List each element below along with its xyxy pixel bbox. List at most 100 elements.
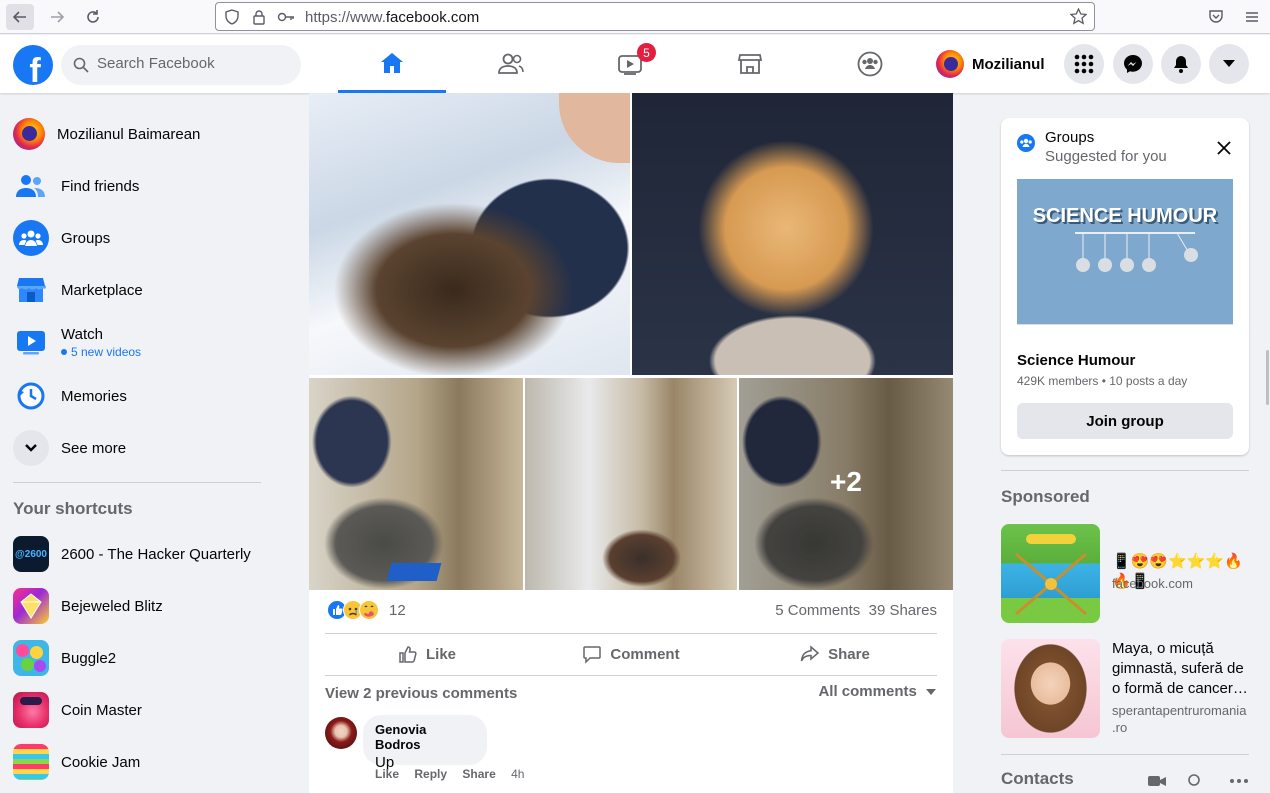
marketplace-icon xyxy=(13,272,49,308)
shortcut-item[interactable]: Bejeweled Blitz xyxy=(8,580,288,632)
share-icon xyxy=(800,645,820,662)
lock-icon[interactable] xyxy=(251,9,267,25)
comment-author[interactable]: Genovia Bodros xyxy=(375,722,475,752)
left-sidebar: Mozilianul Baimarean Find friends Groups… xyxy=(0,93,300,786)
menu-button[interactable] xyxy=(1064,44,1104,84)
new-room-icon[interactable] xyxy=(1148,775,1166,786)
home-icon xyxy=(381,52,403,73)
shield-icon[interactable] xyxy=(224,9,240,25)
memories-clock-icon xyxy=(13,378,49,414)
browser-toolbar: https://www.facebook.com xyxy=(0,0,1270,34)
comment-icon xyxy=(583,646,602,664)
key-icon[interactable] xyxy=(277,9,295,25)
tab-watch[interactable]: 5 xyxy=(576,35,684,93)
groups-suggestion-card: Groups Suggested for you SCIENCE HUMOUR … xyxy=(1001,118,1249,455)
sidebar-item-label: See more xyxy=(61,439,127,457)
care-reaction-icon[interactable] xyxy=(359,600,379,620)
group-banner-image[interactable]: SCIENCE HUMOUR xyxy=(1017,179,1233,325)
search-input[interactable]: Search Facebook xyxy=(61,45,301,85)
url-bar[interactable]: https://www.facebook.com xyxy=(215,2,1095,31)
shortcut-label: 2600 - The Hacker Quarterly xyxy=(61,545,251,563)
shortcut-cookie-jam-icon xyxy=(13,744,49,780)
sidebar-item-profile[interactable]: Mozilianul Baimarean xyxy=(8,108,288,160)
tab-home[interactable] xyxy=(338,35,446,93)
shortcut-buggle-icon xyxy=(13,640,49,676)
shortcut-item[interactable]: Buggle2 xyxy=(8,632,288,684)
tab-friends[interactable] xyxy=(457,35,565,93)
close-icon[interactable] xyxy=(1217,141,1231,155)
post-photo-more[interactable]: +2 xyxy=(739,378,953,590)
comment-reply-link[interactable]: Reply xyxy=(414,767,447,781)
shortcut-label: Buggle2 xyxy=(61,649,117,667)
thumbs-up-icon xyxy=(399,646,417,663)
sponsored-ad[interactable]: Maya, o micuță gimnastă, suferă de o for… xyxy=(1001,639,1249,739)
watch-badge: 5 xyxy=(637,43,656,62)
sidebar-item-marketplace[interactable]: Marketplace xyxy=(8,264,288,316)
watch-icon xyxy=(13,324,49,360)
avatar xyxy=(936,50,964,78)
ad-image xyxy=(1001,639,1100,738)
forward-icon xyxy=(51,11,65,23)
chevron-down-icon xyxy=(1223,60,1235,67)
back-icon xyxy=(12,11,26,23)
facebook-logo-icon[interactable]: f xyxy=(13,45,53,85)
sidebar-item-memories[interactable]: Memories xyxy=(8,370,288,422)
sponsored-heading: Sponsored xyxy=(1001,487,1090,506)
post-photo[interactable] xyxy=(309,93,630,375)
marketplace-icon xyxy=(737,54,763,74)
star-icon[interactable] xyxy=(1070,8,1087,25)
sidebar-item-label: Marketplace xyxy=(61,281,143,299)
ad-site: facebook.com xyxy=(1112,576,1193,591)
tab-marketplace[interactable] xyxy=(696,35,804,93)
pocket-icon[interactable] xyxy=(1208,9,1224,25)
shortcut-item[interactable]: @2600 2600 - The Hacker Quarterly xyxy=(8,528,288,580)
divider xyxy=(1001,754,1249,755)
notifications-button[interactable] xyxy=(1161,44,1201,84)
comments-shares-count[interactable]: 5 Comments 39 Shares xyxy=(775,602,937,619)
sidebar-item-watch[interactable]: Watch 5 new videos xyxy=(8,316,288,368)
divider xyxy=(325,675,937,676)
comment-time[interactable]: 4h xyxy=(511,767,524,781)
divider xyxy=(325,633,937,634)
scrollbar-thumb[interactable] xyxy=(1266,350,1269,405)
view-previous-comments-link[interactable]: View 2 previous comments xyxy=(325,685,517,702)
more-options-icon[interactable] xyxy=(1230,778,1248,784)
shortcut-label: Cookie Jam xyxy=(61,753,141,771)
all-comments-dropdown[interactable]: All comments xyxy=(818,683,937,700)
shortcut-item[interactable]: Coin Master xyxy=(8,684,288,736)
sidebar-item-groups[interactable]: Groups xyxy=(8,212,288,264)
search-icon[interactable] xyxy=(1188,774,1202,786)
post-photo[interactable] xyxy=(309,378,523,590)
comment-button[interactable]: Comment xyxy=(529,636,733,672)
back-button[interactable] xyxy=(6,4,34,30)
forward-button[interactable] xyxy=(43,4,71,30)
profile-chip[interactable]: Mozilianul xyxy=(936,44,1045,84)
shortcut-item[interactable]: Cookie Jam xyxy=(8,736,288,788)
menu-icon[interactable] xyxy=(1244,9,1260,25)
join-group-button[interactable]: Join group xyxy=(1017,403,1233,439)
like-button[interactable]: Like xyxy=(325,636,529,672)
messenger-button[interactable] xyxy=(1113,44,1153,84)
tab-groups[interactable] xyxy=(816,35,924,93)
commenter-avatar[interactable] xyxy=(325,717,357,749)
bell-icon xyxy=(1174,56,1188,73)
group-name[interactable]: Science Humour xyxy=(1017,352,1135,369)
comment-like-link[interactable]: Like xyxy=(375,767,399,781)
sponsored-ad[interactable]: 📱😍😍⭐⭐⭐🔥🔥📱 facebook.com xyxy=(1001,524,1249,624)
post-photo[interactable] xyxy=(525,378,737,590)
groups-icon xyxy=(13,220,49,256)
card-subtitle: Suggested for you xyxy=(1045,148,1167,165)
divider xyxy=(1001,470,1249,471)
contacts-heading: Contacts xyxy=(1001,769,1074,788)
share-button[interactable]: Share xyxy=(733,636,937,672)
sidebar-item-find-friends[interactable]: Find friends xyxy=(8,160,288,212)
sidebar-item-label: Memories xyxy=(61,387,127,405)
shortcut-2600-icon: @2600 xyxy=(13,536,49,572)
post-photo[interactable] xyxy=(632,93,953,375)
profile-name: Mozilianul xyxy=(972,55,1045,73)
reload-button[interactable] xyxy=(79,4,107,30)
see-more-button[interactable]: See more xyxy=(8,422,288,474)
reaction-count[interactable]: 12 xyxy=(389,602,406,619)
comment-share-link[interactable]: Share xyxy=(462,767,495,781)
account-button[interactable] xyxy=(1209,44,1249,84)
